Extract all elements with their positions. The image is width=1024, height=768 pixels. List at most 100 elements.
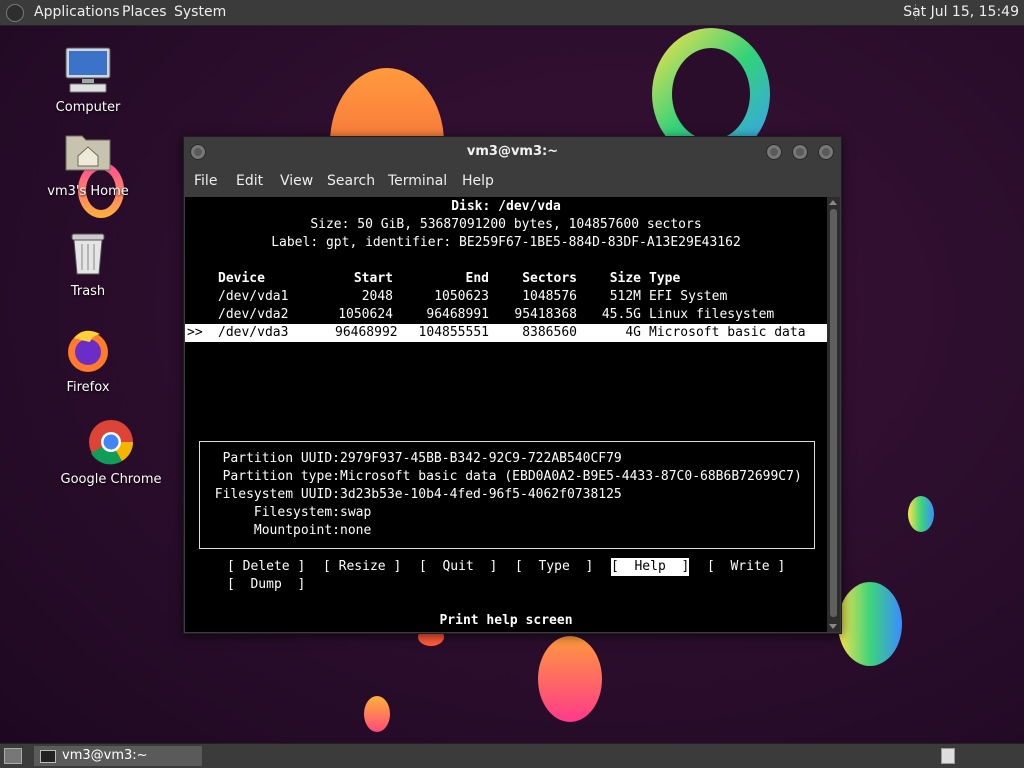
scrollbar-thumb[interactable] [830,209,837,617]
info-row-mountpoint: Mountpoint: none [200,522,371,540]
write-button[interactable]: [ Write ] [707,558,785,576]
col-start: Start [353,271,393,286]
distro-logo-icon[interactable] [6,4,24,22]
menu-edit[interactable]: Edit [236,173,263,189]
desktop-icon-chrome[interactable]: Google Chrome [56,418,166,487]
row-end: 96468991 [426,307,489,322]
menu-places[interactable]: Places [122,4,167,20]
row-type: EFI System [649,289,728,304]
row-end: 1050623 [434,289,489,304]
table-row[interactable]: /dev/vda1 2048 1050623 1048576 512M EFI … [185,288,827,306]
partition-info-box: Partition UUID: 2979F937-45BB-B342-92C9-… [199,441,815,549]
row-sectors: 8386560 [522,325,577,340]
row-start: 2048 [361,289,393,304]
clock[interactable]: Sat Jul 15, 15:49 [903,4,1019,20]
menu-search[interactable]: Search [327,173,375,189]
help-button[interactable]: [ Help ] [611,558,690,576]
table-row-selected[interactable]: >> /dev/vda3 96468992 104855551 8386560 … [185,324,827,342]
info-row-filesystem-uuid: Filesystem UUID: 3d23b53e-10b4-4fed-96f5… [200,486,622,504]
minimize-button[interactable] [766,144,782,160]
terminal-content[interactable]: Disk: /dev/vda Size: 50 GiB, 53687091200… [185,197,827,632]
info-value: Microsoft basic data (EBD0A0A2-B9E5-4433… [340,469,802,484]
desktop-icon-label: Trash [70,284,106,299]
table-header: Device Start End Sectors Size Type [185,270,827,288]
top-panel: Applications Places System Sat Jul 15, 1… [0,0,1024,26]
row-device: /dev/vda3 [218,325,289,340]
maximize-button[interactable] [792,144,808,160]
info-row-partition-uuid: Partition UUID: 2979F937-45BB-B342-92C9-… [200,450,622,468]
menu-applications[interactable]: Applications [34,4,120,20]
disk-label-line: Label: gpt, identifier: BE259F67-1BE5-88… [271,235,741,250]
scroll-up-icon[interactable] [829,200,837,205]
menu-help[interactable]: Help [462,173,494,189]
window-menu-button[interactable] [190,144,206,160]
info-value: 3d23b53e-10b4-4fed-96f5-4062f0738125 [340,487,622,502]
desktop-icon-label: vm3's Home [47,184,129,199]
col-type: Type [649,271,681,286]
dump-button[interactable]: [ Dump ] [227,576,305,594]
info-label: Mountpoint: [253,523,340,538]
row-size: 512M [609,289,641,304]
status-line: Print help screen [439,613,573,628]
desktop-icon-label: Google Chrome [60,472,162,487]
wallpaper-pink-shape [538,636,602,722]
row-size: 4G [625,325,641,340]
show-desktop-icon[interactable] [4,748,22,764]
info-row-filesystem: Filesystem: swap [200,504,371,522]
row-end: 104855551 [418,325,489,340]
menu-view[interactable]: View [280,173,313,189]
info-label: Filesystem UUID: [214,487,340,502]
row-device: /dev/vda1 [218,289,289,304]
col-device: Device [218,271,265,286]
desktop-icon-firefox[interactable]: Firefox [33,326,143,395]
menu-terminal[interactable]: Terminal [388,173,447,189]
desktop-icon-computer[interactable]: Computer [33,46,143,115]
trash-icon [64,230,112,278]
window-title: vm3@vm3:~ [466,144,559,159]
info-label: Partition type: [222,469,340,484]
resize-button[interactable]: [ Resize ] [323,558,401,576]
close-button[interactable] [818,144,834,160]
wallpaper-green-shape [838,582,902,666]
table-row[interactable]: /dev/vda2 1050624 96468991 95418368 45.5… [185,306,827,324]
row-sectors: 1048576 [522,289,577,304]
quit-button[interactable]: [ Quit ] [419,558,497,576]
col-sectors: Sectors [522,271,577,286]
row-size: 45.5G [601,307,641,322]
row-start: 96468992 [335,325,398,340]
row-sectors: 95418368 [514,307,577,322]
taskbar-item-terminal[interactable]: vm3@vm3:~ [34,746,202,766]
workspace-switcher-icon[interactable] [941,748,955,764]
terminal-window: vm3@vm3:~ File Edit View Search Terminal… [183,136,842,634]
terminal-scrollbar[interactable] [827,197,840,632]
desktop-icon-trash[interactable]: Trash [33,230,143,299]
computer-icon [64,46,112,94]
scroll-down-icon[interactable] [829,624,837,629]
desktop-icon-home[interactable]: vm3's Home [33,130,143,199]
wallpaper-small-green-shape [908,496,934,532]
chrome-icon [87,418,135,466]
info-value: none [340,523,372,538]
desktop-icon-label: Computer [55,100,121,115]
menu-file[interactable]: File [194,173,217,189]
row-device: /dev/vda2 [218,307,289,322]
terminal-icon [40,750,56,763]
taskbar-item-label: vm3@vm3:~ [62,748,148,763]
menu-system[interactable]: System [174,4,226,20]
col-size: Size [609,271,641,286]
info-row-partition-type: Partition type: Microsoft basic data (EB… [200,468,802,486]
disk-header: Disk: /dev/vda [451,199,561,214]
row-start: 1050624 [338,307,393,322]
window-menubar: File Edit View Search Terminal Help [184,171,841,193]
type-button[interactable]: [ Type ] [515,558,593,576]
info-label: Partition UUID: [222,451,340,466]
row-selection-marker: >> [187,325,203,340]
wallpaper-small-orange-shape [364,696,390,732]
delete-button[interactable]: [ Delete ] [227,558,305,576]
window-titlebar[interactable]: vm3@vm3:~ [184,137,841,167]
home-folder-icon [64,130,112,178]
row-type: Microsoft basic data [649,325,806,340]
info-label: Filesystem: [253,505,340,520]
info-value: swap [340,505,372,520]
col-end: End [465,271,489,286]
